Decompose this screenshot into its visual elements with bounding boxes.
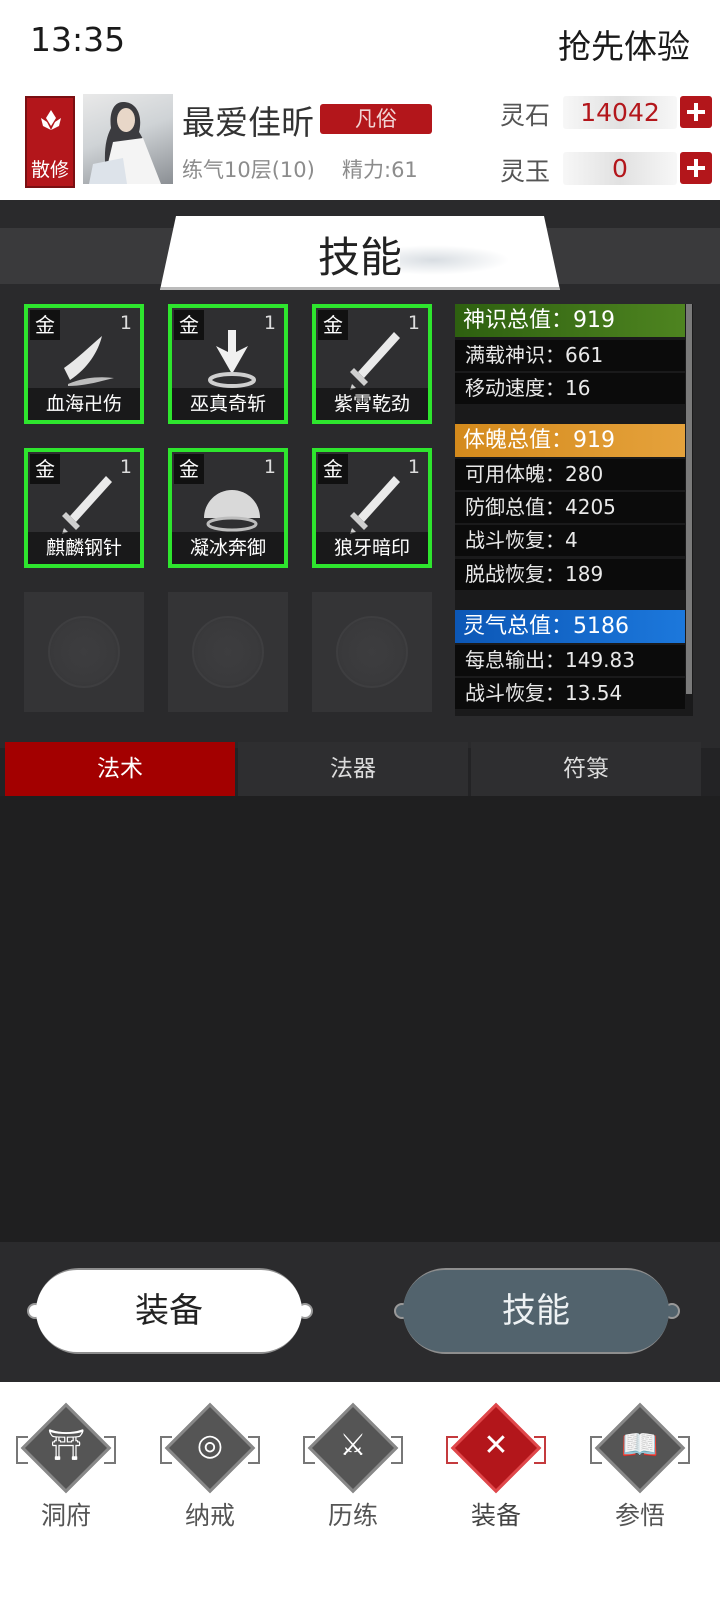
skill-slot[interactable]: 金 1 血海卍伤 bbox=[24, 304, 144, 424]
grade-badge: 金 bbox=[30, 454, 60, 484]
nav-item-enlighten[interactable]: 📖 参悟 bbox=[590, 1402, 690, 1556]
spirit-sense-total: 神识总值：919 bbox=[455, 304, 685, 337]
cultivation-realm: 练气10层(10) bbox=[182, 158, 315, 182]
seal-emblem-icon bbox=[336, 616, 408, 688]
stat-row: 满载神识：661 bbox=[455, 340, 685, 371]
grade-badge: 金 bbox=[174, 454, 204, 484]
spirit-jade-label: 灵玉 bbox=[500, 157, 551, 186]
energy-value: 精力:61 bbox=[342, 158, 418, 182]
nav-label: 参悟 bbox=[614, 1501, 665, 1530]
stats-panel[interactable]: 神识总值：919 满载神识：661 移动速度：16 体魄总值：919 可用体魄：… bbox=[455, 304, 693, 716]
rank-badge: 凡俗 bbox=[320, 104, 432, 134]
spirit-stone-value: 14042 bbox=[563, 96, 677, 129]
panel-title: 技能 bbox=[317, 233, 402, 282]
player-name: 最爱佳昕 bbox=[182, 103, 314, 142]
shield-orb-icon bbox=[204, 490, 260, 532]
crossed-swords-icon: ⚔ bbox=[339, 1428, 367, 1463]
skill-slot[interactable]: 金 1 凝冰奔御 bbox=[168, 448, 288, 568]
spirit-jade-value: 0 bbox=[563, 152, 677, 185]
nav-label: 历练 bbox=[327, 1501, 378, 1530]
category-tabs: 法术 法器 符箓 bbox=[5, 742, 715, 796]
add-spirit-jade-button[interactable] bbox=[680, 152, 712, 184]
skill-level: 1 bbox=[263, 312, 276, 334]
add-spirit-stone-button[interactable] bbox=[680, 96, 712, 128]
skill-name: 狼牙暗印 bbox=[316, 532, 428, 564]
nav-item-equipment[interactable]: ✕ 装备 bbox=[446, 1402, 546, 1556]
nav-label: 纳戒 bbox=[184, 1501, 235, 1530]
sword-icon bbox=[350, 332, 400, 390]
nav-item-cave[interactable]: ⛩ 洞府 bbox=[16, 1402, 116, 1556]
seal-emblem-icon bbox=[192, 616, 264, 688]
ring-icon: ◎ bbox=[196, 1428, 224, 1463]
stat-row: 战斗恢复：13.54 bbox=[455, 678, 685, 709]
stat-row: 战斗恢复：4 bbox=[455, 525, 685, 556]
character-portrait-icon bbox=[89, 102, 161, 184]
skill-slot[interactable]: 金 1 麒麟钢针 bbox=[24, 448, 144, 568]
skill-level: 1 bbox=[407, 456, 420, 478]
grade-badge: 金 bbox=[174, 310, 204, 340]
empty-skill-slot[interactable] bbox=[24, 592, 144, 712]
equip-button[interactable]: 装备 bbox=[36, 1270, 302, 1352]
sword-icon bbox=[350, 476, 400, 534]
tab-talismans[interactable]: 符箓 bbox=[471, 742, 701, 796]
grade-badge: 金 bbox=[318, 310, 348, 340]
stat-row: 可用体魄：280 bbox=[455, 459, 685, 490]
stats-scrollbar[interactable] bbox=[686, 304, 692, 694]
open-book-icon: 📖 bbox=[621, 1428, 659, 1463]
nav-label: 装备 bbox=[470, 1501, 521, 1530]
spirit-stone-label: 灵石 bbox=[500, 101, 551, 130]
skill-slot[interactable]: 金 1 紫霄乾劲 bbox=[312, 304, 432, 424]
status-bar: 13:35 抢先体验 bbox=[0, 0, 720, 84]
skill-slot[interactable]: 金 1 巫真奇斩 bbox=[168, 304, 288, 424]
gate-icon: ⛩ bbox=[46, 1428, 86, 1463]
stat-row: 防御总值：4205 bbox=[455, 492, 685, 523]
skill-level: 1 bbox=[119, 456, 132, 478]
skill-name: 凝冰奔御 bbox=[172, 532, 284, 564]
item-list[interactable] bbox=[0, 796, 720, 1242]
empty-skill-slot[interactable] bbox=[312, 592, 432, 712]
skill-level: 1 bbox=[119, 312, 132, 334]
skill-name: 麒麟钢针 bbox=[28, 532, 140, 564]
skill-level: 1 bbox=[263, 456, 276, 478]
early-access-link[interactable]: 抢先体验 bbox=[558, 20, 690, 68]
arrow-down-icon bbox=[208, 330, 256, 388]
skill-name: 紫霄乾劲 bbox=[316, 388, 428, 420]
status-time: 13:35 bbox=[30, 20, 126, 59]
stat-row: 每息输出：149.83 bbox=[455, 645, 685, 676]
stat-row: 脱战恢复：189 bbox=[455, 559, 685, 590]
sword-icon bbox=[62, 476, 112, 534]
seal-emblem-icon bbox=[48, 616, 120, 688]
app-root: 13:35 抢先体验 散修 最爱佳昕 凡俗 练气10层(10) 精力:61 灵石… bbox=[0, 0, 720, 1600]
skill-level: 1 bbox=[407, 312, 420, 334]
physique-total: 体魄总值：919 bbox=[455, 424, 685, 457]
stat-row: 移动速度：16 bbox=[455, 373, 685, 404]
skill-name: 血海卍伤 bbox=[28, 388, 140, 420]
nav-label: 洞府 bbox=[40, 1501, 91, 1530]
tab-spells[interactable]: 法术 bbox=[5, 742, 235, 796]
tab-artifacts[interactable]: 法器 bbox=[238, 742, 468, 796]
grade-badge: 金 bbox=[318, 454, 348, 484]
sect-badge[interactable]: 散修 bbox=[25, 96, 75, 188]
avatar[interactable] bbox=[83, 94, 173, 184]
nav-item-ring[interactable]: ◎ 纳戒 bbox=[160, 1402, 260, 1556]
skill-name: 巫真奇斩 bbox=[172, 388, 284, 420]
player-header: 散修 最爱佳昕 凡俗 练气10层(10) 精力:61 灵石 14042 灵玉 0 bbox=[0, 84, 720, 200]
skill-button[interactable]: 技能 bbox=[403, 1270, 669, 1352]
close-x-icon: ✕ bbox=[483, 1428, 509, 1463]
nav-item-training[interactable]: ⚔ 历练 bbox=[303, 1402, 403, 1556]
wave-slash-icon bbox=[64, 336, 114, 386]
grade-badge: 金 bbox=[30, 310, 60, 340]
sect-label: 散修 bbox=[30, 159, 69, 181]
lotus-icon bbox=[41, 110, 61, 130]
qi-total: 灵气总值：5186 bbox=[455, 610, 685, 643]
skill-slot[interactable]: 金 1 狼牙暗印 bbox=[312, 448, 432, 568]
empty-skill-slot[interactable] bbox=[168, 592, 288, 712]
